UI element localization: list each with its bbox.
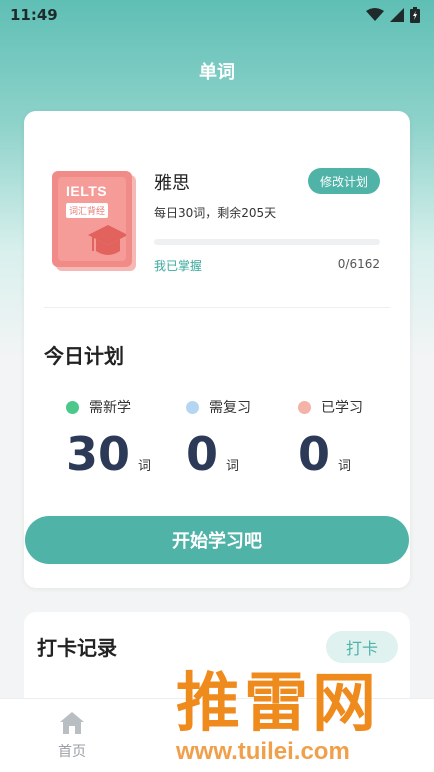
learned-count-number: 0 [298,427,331,481]
plan-card: IELTS 词汇背经 雅思 修改计划 每日30词，剩余205天 我已掌握 0/6… [24,111,410,588]
book-subtitle: 词汇背经 [66,203,109,218]
new-count-unit: 词 [138,459,152,474]
bottom-nav: 首页 [0,698,434,772]
start-learning-button[interactable]: 开始学习吧 [25,516,409,564]
mastery-progress-bar [154,239,380,245]
battery-icon [410,7,420,23]
nav-home-label: 首页 [58,744,86,760]
graduation-cap-icon [88,225,126,255]
status-time: 11:49 [10,6,58,24]
learned-count-unit: 词 [338,459,352,474]
plan-name: 雅思 [154,173,190,194]
today-plan-title: 今日计划 [44,344,124,368]
new-dot-icon [66,400,79,414]
legend-review-label: 需复习 [209,400,251,416]
review-count: 0 词 [186,431,239,477]
book-cover[interactable]: IELTS 词汇背经 [52,171,132,267]
review-dot-icon [186,400,199,414]
mastered-label: 我已掌握 [154,259,203,273]
review-count-unit: 词 [226,459,240,474]
legend-learned: 已学习 [298,397,363,417]
home-icon [60,712,84,734]
edit-plan-button[interactable]: 修改计划 [308,168,380,194]
book-cover-inner: IELTS 词汇背经 [58,177,126,261]
wifi-icon [366,8,384,21]
checkin-title: 打卡记录 [37,636,117,660]
daily-info: 每日30词，剩余205天 [154,206,277,220]
page-title: 单词 [199,62,235,83]
status-bar: 11:49 [0,0,434,30]
legend-review: 需复习 [186,397,251,417]
new-count: 30 词 [66,431,151,477]
checkin-card: 打卡记录 打卡 [24,612,410,712]
checkin-button[interactable]: 打卡 [326,631,398,663]
legend-new-label: 需新学 [89,400,131,416]
book-title: IELTS [66,183,108,199]
new-count-number: 30 [66,427,131,481]
status-icons [366,7,420,23]
mastered-count: 0/6162 [337,257,380,271]
nav-item-home[interactable]: 首页 [44,711,100,761]
legend-new: 需新学 [66,397,131,417]
legend-learned-label: 已学习 [321,400,363,416]
learned-dot-icon [298,400,311,414]
learned-count: 0 词 [298,431,351,477]
signal-icon [390,8,404,22]
divider [44,307,390,308]
review-count-number: 0 [186,427,219,481]
